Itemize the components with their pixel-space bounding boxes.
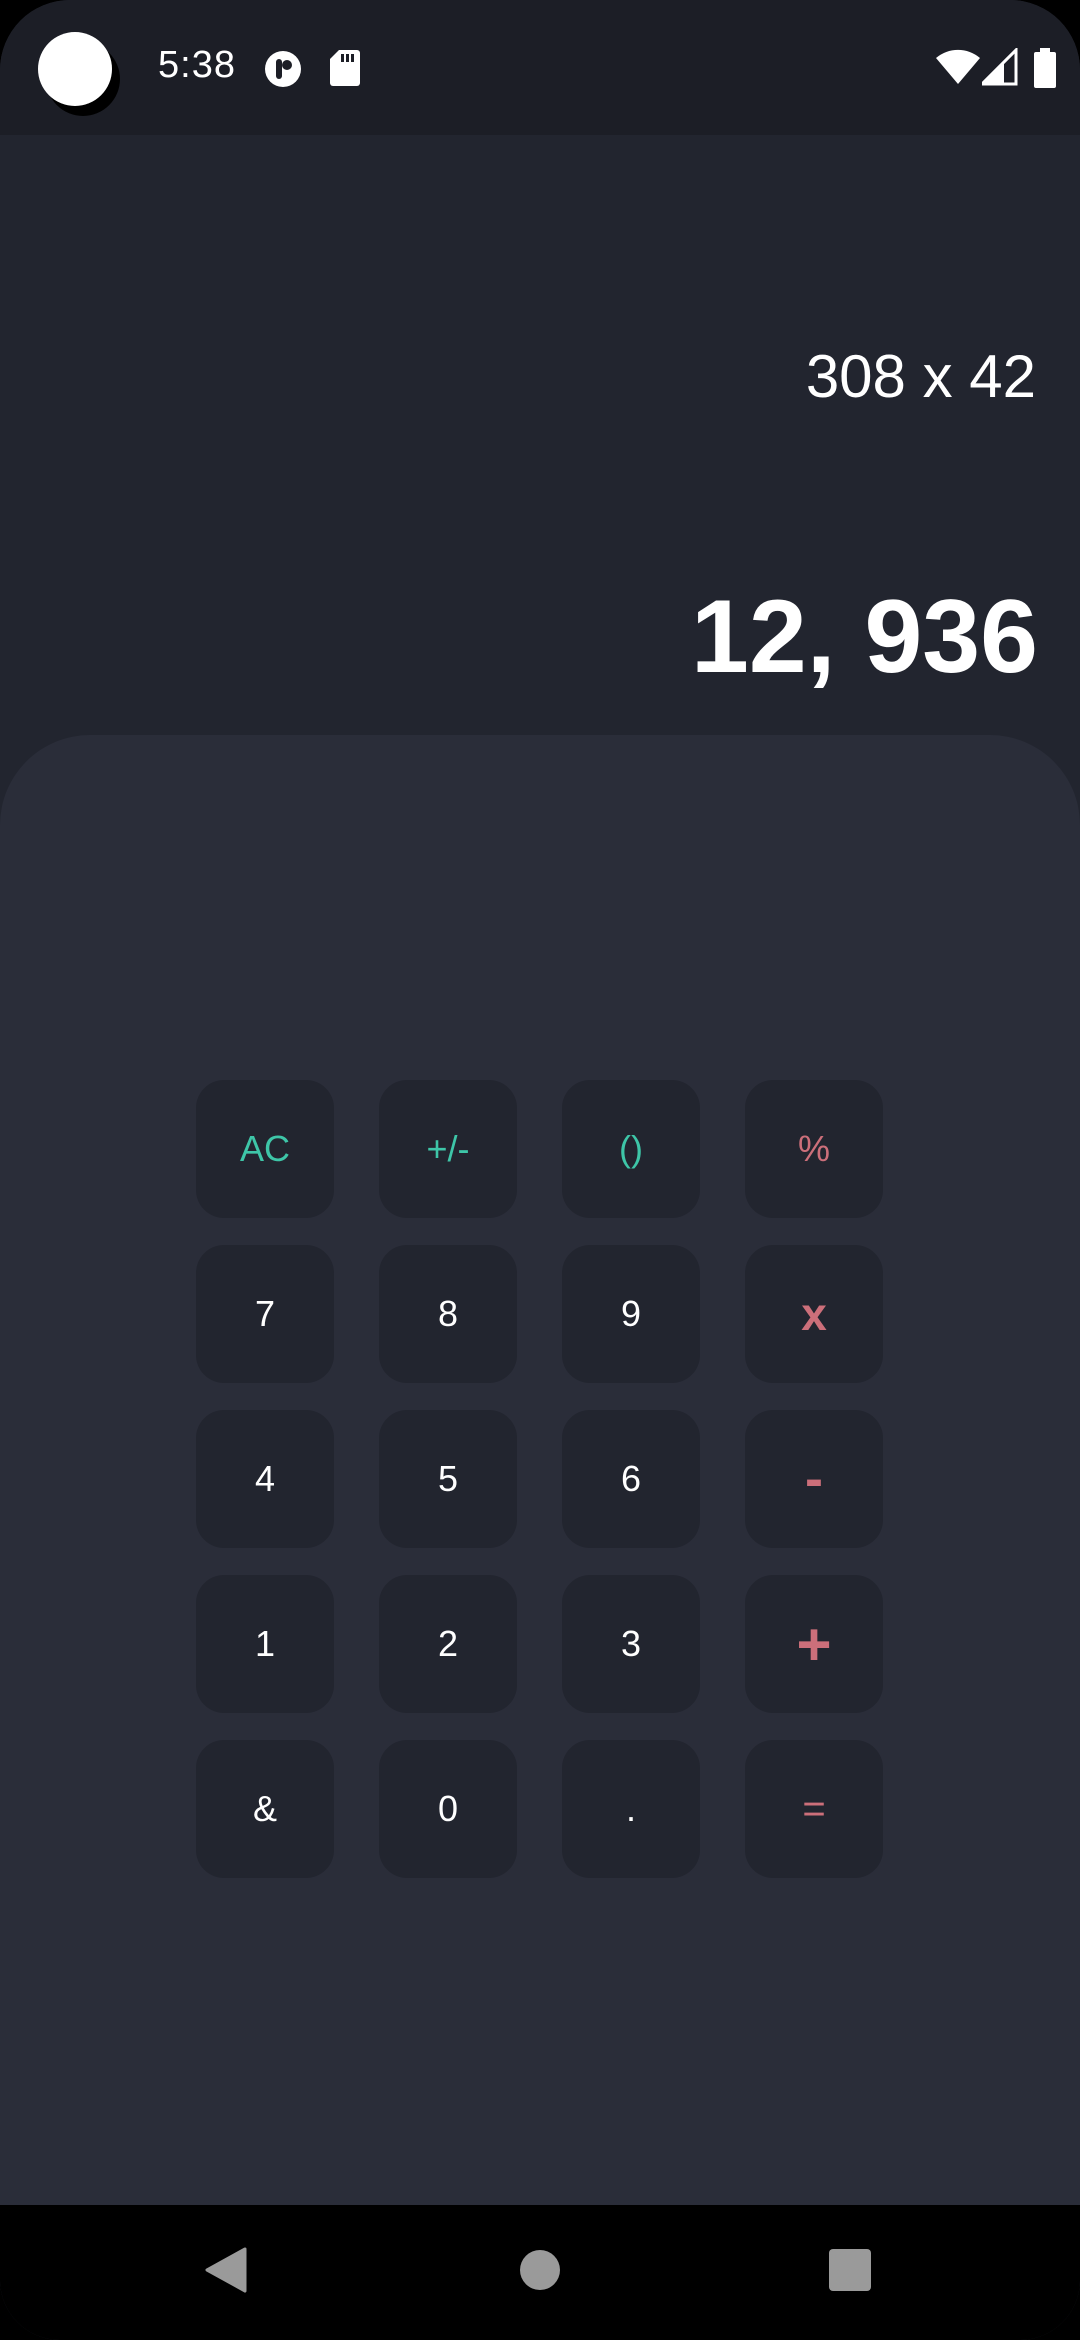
navigation-bar [0,2205,1080,2340]
key-0[interactable]: 0 [379,1740,517,1878]
key-9[interactable]: 9 [562,1245,700,1383]
home-icon [519,2249,561,2296]
status-time: 5:38 [158,44,236,86]
key-4[interactable]: 4 [196,1410,334,1548]
key-decimal[interactable]: . [562,1740,700,1878]
recents-icon [829,2249,871,2296]
back-icon [205,2247,247,2298]
key-ac[interactable]: AC [196,1080,334,1218]
key-6[interactable]: 6 [562,1410,700,1548]
keypad: AC +/- () % 7 8 9 x 4 5 6 - 1 2 3 + & 0 … [196,1080,884,1878]
camera-cutout [38,32,112,106]
key-7[interactable]: 7 [196,1245,334,1383]
key-2[interactable]: 2 [379,1575,517,1713]
notification-app-icon [264,50,302,93]
key-3[interactable]: 3 [562,1575,700,1713]
key-plus-minus[interactable]: +/- [379,1080,517,1218]
battery-icon [1034,48,1056,93]
key-8[interactable]: 8 [379,1245,517,1383]
key-ampersand[interactable]: & [196,1740,334,1878]
key-percent[interactable]: % [745,1080,883,1218]
sd-card-icon [330,50,360,91]
keypad-panel: AC +/- () % 7 8 9 x 4 5 6 - 1 2 3 + & 0 … [0,735,1080,2205]
home-button[interactable] [480,2205,600,2340]
key-add[interactable]: + [745,1575,883,1713]
signal-icon [978,46,1018,91]
calculator-screen: 5:38 308 x 42 12, 936 AC +/- () % 7 8 9 … [0,0,1080,2340]
status-bar: 5:38 [0,0,1080,135]
key-1[interactable]: 1 [196,1575,334,1713]
wifi-icon [936,48,980,91]
recents-button[interactable] [790,2205,910,2340]
key-equals[interactable]: = [745,1740,883,1878]
expression-display: 308 x 42 [805,343,1036,410]
back-button[interactable] [166,2205,286,2340]
key-parentheses[interactable]: () [562,1080,700,1218]
key-5[interactable]: 5 [379,1410,517,1548]
key-subtract[interactable]: - [745,1410,883,1548]
key-multiply[interactable]: x [745,1245,883,1383]
result-display: 12, 936 [691,579,1038,695]
